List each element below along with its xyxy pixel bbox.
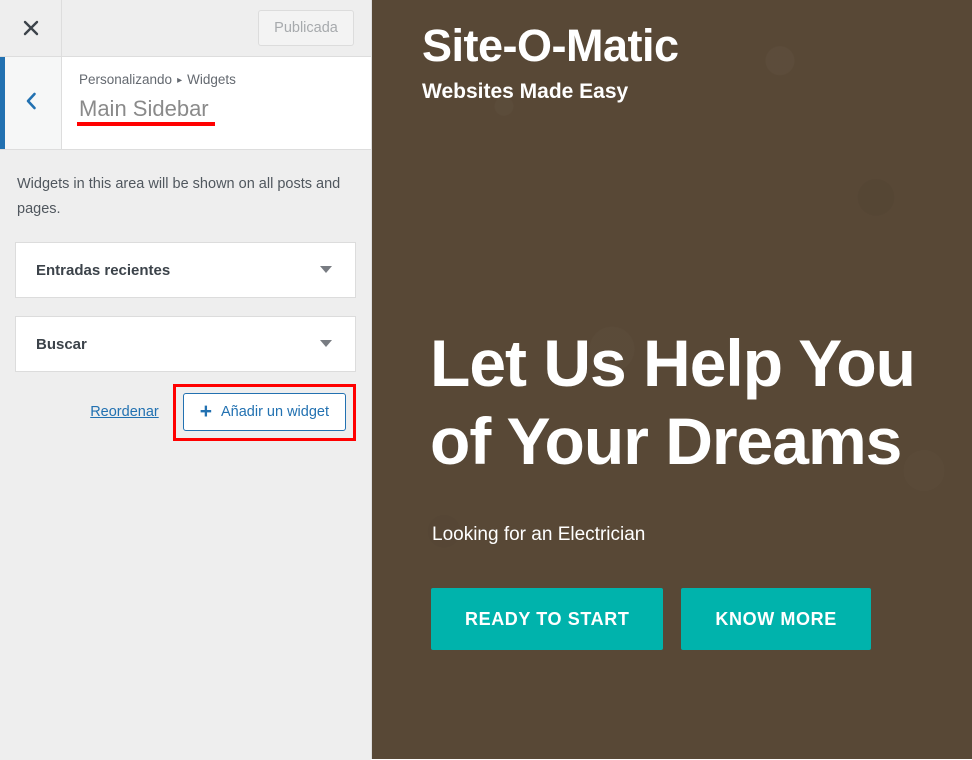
ready-to-start-button[interactable]: READY TO START	[431, 588, 664, 650]
widget-actions: Reordenar + Añadir un widget	[15, 383, 356, 441]
red-underline-annotation	[77, 122, 215, 126]
close-x-icon	[21, 18, 41, 38]
panel-body: Widgets in this area will be shown on al…	[0, 150, 371, 760]
reorder-link[interactable]: Reordenar	[90, 404, 159, 420]
publish-button[interactable]: Publicada	[258, 10, 354, 46]
caret-down-icon	[319, 335, 333, 353]
customizer-topbar-actions: Publicada	[62, 0, 371, 56]
widget-title: Entradas recientes	[36, 261, 171, 279]
panel-header-text: Personalizando ▸ Widgets Main Sidebar	[62, 57, 371, 149]
chevron-left-icon	[22, 90, 40, 117]
panel-header: Personalizando ▸ Widgets Main Sidebar	[0, 57, 371, 150]
red-highlight-annotation: + Añadir un widget	[172, 383, 356, 441]
breadcrumb-root[interactable]: Personalizando	[79, 72, 172, 87]
active-accent-bar	[0, 57, 5, 149]
add-widget-button[interactable]: + Añadir un widget	[182, 392, 346, 431]
caret-down-icon	[319, 261, 333, 279]
hero-subtitle: Looking for an Electrician	[432, 524, 646, 545]
hero-section: Let Us Help You of Your Dreams Looking f…	[430, 324, 962, 650]
breadcrumb: Personalizando ▸ Widgets	[79, 71, 355, 91]
add-widget-button-label: Añadir un widget	[220, 403, 329, 420]
site-tagline: Websites Made Easy	[422, 80, 629, 103]
customizer-topbar: Publicada	[0, 0, 371, 57]
know-more-button[interactable]: KNOW MORE	[681, 588, 871, 650]
close-customizer-button[interactable]	[0, 0, 62, 56]
site-title[interactable]: Site-O-Matic	[422, 18, 679, 74]
widget-item-search[interactable]: Buscar	[15, 316, 356, 372]
plus-icon: +	[199, 399, 212, 423]
page-title: Main Sidebar	[79, 96, 209, 121]
widget-area-description: Widgets in this area will be shown on al…	[17, 176, 341, 217]
hero-heading-line-2: of Your Dreams	[430, 404, 902, 478]
customizer-app: Publicada Personalizando ▸ Widgets Main Si…	[0, 0, 972, 760]
panel-title-wrap: Main Sidebar	[77, 95, 215, 126]
widget-title: Buscar	[36, 335, 87, 353]
breadcrumb-current[interactable]: Widgets	[187, 72, 236, 87]
site-preview[interactable]: Site-O-Matic Websites Made Easy Let Us H…	[372, 0, 972, 759]
back-button[interactable]	[0, 57, 62, 149]
hero-heading-line-1: Let Us Help You	[430, 326, 916, 400]
site-branding: Site-O-Matic Websites Made Easy	[422, 18, 679, 106]
customizer-sidebar: Publicada Personalizando ▸ Widgets Main Si…	[0, 0, 372, 760]
widget-item-recent-posts[interactable]: Entradas recientes	[15, 242, 356, 298]
breadcrumb-separator-icon: ▸	[177, 75, 183, 86]
hero-cta-group: READY TO START KNOW MORE	[431, 588, 962, 650]
